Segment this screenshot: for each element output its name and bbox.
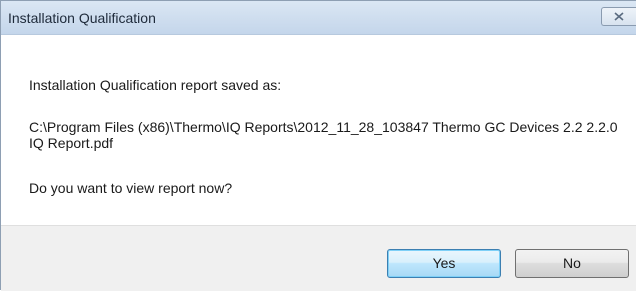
view-report-question: Do you want to view report now?	[29, 180, 233, 196]
dialog-window: Installation Qualification Installation …	[0, 0, 636, 291]
no-button[interactable]: No	[515, 249, 629, 278]
yes-button[interactable]: Yes	[387, 249, 501, 278]
title-bar[interactable]: Installation Qualification	[1, 1, 636, 35]
report-file-path: C:\Program Files (x86)\Thermo\IQ Reports…	[29, 119, 618, 151]
message-saved-label: Installation Qualification report saved …	[29, 77, 282, 93]
close-button[interactable]	[601, 7, 636, 26]
window-title: Installation Qualification	[8, 10, 156, 26]
close-icon	[614, 12, 624, 21]
message-area: Installation Qualification report saved …	[1, 35, 636, 225]
button-bar: Yes No	[1, 225, 636, 291]
